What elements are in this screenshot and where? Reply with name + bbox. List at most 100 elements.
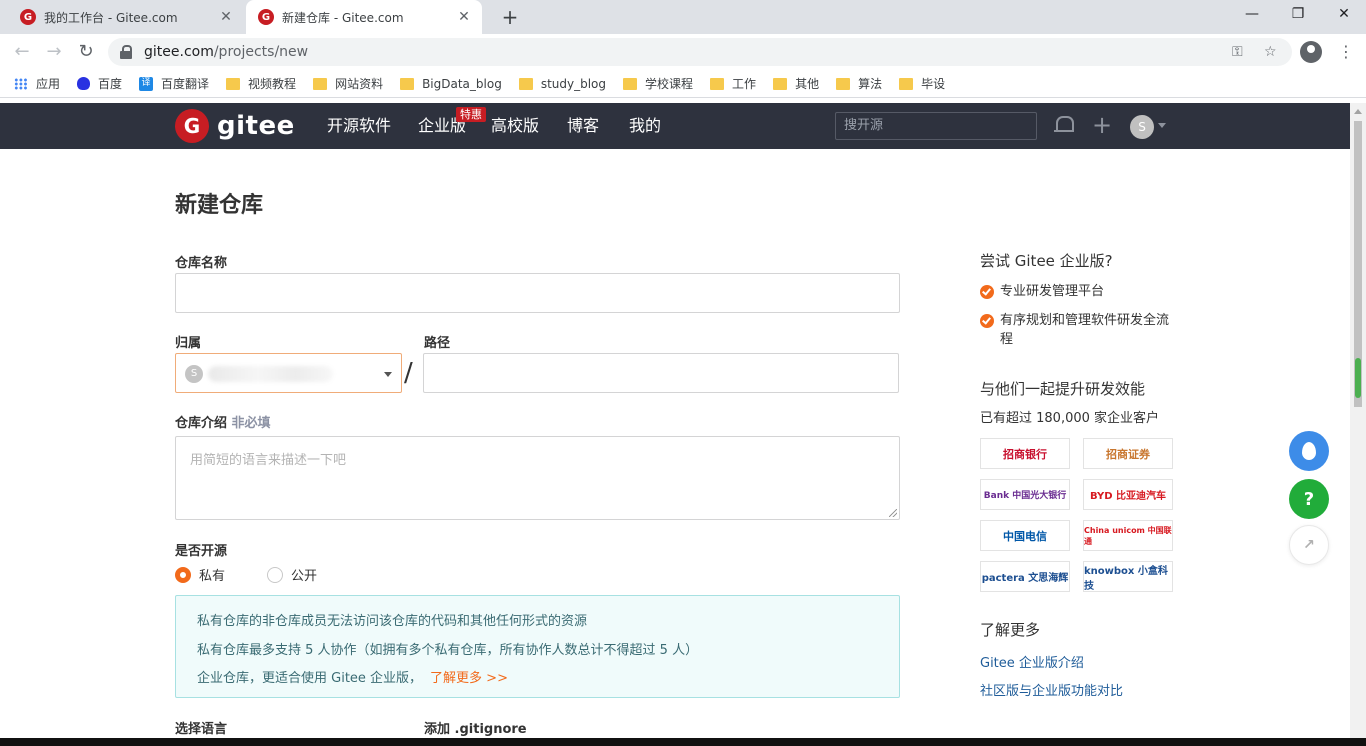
folder-icon: [518, 77, 533, 90]
owner-select[interactable]: S: [175, 353, 402, 393]
star-icon[interactable]: ☆: [1264, 38, 1277, 66]
bookmark-item[interactable]: 视频教程: [226, 75, 296, 92]
nav-mine[interactable]: 我的: [629, 103, 661, 149]
close-icon[interactable]: ✕: [456, 9, 472, 25]
key-icon[interactable]: ⚿: [1232, 38, 1243, 66]
feedback-button[interactable]: [1289, 431, 1329, 471]
lock-icon: [120, 45, 134, 59]
try-enterprise-title: 尝试 Gitee 企业版?: [980, 252, 1113, 270]
bell-icon[interactable]: [1054, 116, 1074, 136]
bookmark-label: 算法: [858, 77, 883, 91]
question-icon: ?: [1303, 488, 1315, 510]
folder-icon: [836, 77, 851, 90]
ceb-logo: Bank 中国光大银行: [980, 479, 1070, 510]
close-icon[interactable]: ✕: [218, 9, 234, 25]
plus-icon[interactable]: +: [1092, 113, 1112, 137]
compare-link[interactable]: 社区版与企业版功能对比: [980, 680, 1123, 699]
path-label: 路径: [424, 336, 451, 351]
enterprise-intro-link[interactable]: Gitee 企业版介绍: [980, 652, 1084, 671]
promo-badge: 特惠: [456, 107, 486, 122]
drop-icon: [1302, 442, 1316, 460]
bookmark-item[interactable]: 学校课程: [623, 75, 693, 92]
header-search-input[interactable]: 搜开源: [835, 112, 1037, 140]
bookmark-item[interactable]: 算法: [836, 75, 882, 92]
new-tab-icon[interactable]: +: [498, 5, 522, 29]
bookmark-label: 网站资料: [335, 77, 384, 91]
cms-logo: 招商证券: [1083, 438, 1173, 469]
gitee-favicon-icon: G: [20, 9, 36, 25]
folder-icon: [400, 77, 415, 90]
open-source-label: 是否开源: [175, 544, 228, 559]
bookmark-item[interactable]: 百度: [77, 75, 122, 92]
minimize-icon[interactable]: —: [1229, 0, 1275, 30]
radio-public[interactable]: 公开: [267, 565, 317, 584]
tab-new-repo[interactable]: G 新建仓库 - Gitee.com ✕: [246, 0, 482, 34]
forward-arrow-icon[interactable]: →: [42, 40, 66, 64]
optional-hint: 非必填: [231, 416, 271, 431]
notice-line: 私有仓库的非仓库成员无法访问该仓库的代码和其他任何形式的资源: [197, 614, 588, 629]
desc-textarea[interactable]: 用简短的语言来描述一下吧: [175, 436, 900, 520]
folder-icon: [226, 77, 241, 90]
maximize-icon[interactable]: ❐: [1275, 0, 1321, 30]
repo-name-input[interactable]: [175, 273, 900, 313]
desc-placeholder: 用简短的语言来描述一下吧: [190, 453, 347, 468]
bookmark-label: 应用: [36, 77, 61, 91]
scroll-marker: [1355, 358, 1361, 398]
user-avatar[interactable]: S: [1130, 115, 1154, 139]
path-input[interactable]: [423, 353, 899, 393]
address-bar[interactable]: gitee.com/projects/new ⚿ ☆: [108, 38, 1292, 66]
share-button[interactable]: ↗: [1289, 525, 1329, 565]
private-notice: 私有仓库的非仓库成员无法访问该仓库的代码和其他任何形式的资源 私有仓库最多支持 …: [175, 595, 900, 698]
radio-checked-icon: [175, 566, 191, 583]
knowbox-logo: knowbox 小盒科技: [1083, 561, 1173, 592]
menu-dots-icon[interactable]: ⋮: [1334, 40, 1358, 64]
bookmark-item[interactable]: BigData_blog: [400, 77, 502, 91]
bookmark-label: 学校课程: [645, 77, 694, 91]
bookmark-label: 百度: [98, 77, 123, 91]
window-close-icon[interactable]: ✕: [1321, 0, 1366, 30]
folder-icon: [623, 77, 638, 90]
nav-education[interactable]: 高校版: [491, 103, 539, 149]
cmb-logo: 招商银行: [980, 438, 1070, 469]
unicom-logo: China unicom 中国联通: [1083, 520, 1173, 551]
nav-blog[interactable]: 博客: [567, 103, 599, 149]
owner-avatar: S: [185, 365, 203, 383]
bookmark-item[interactable]: 网站资料: [313, 75, 383, 92]
browser-tabstrip: G 我的工作台 - Gitee.com ✕ G 新建仓库 - Gitee.com…: [0, 0, 1366, 34]
bookmark-item[interactable]: 其他: [773, 75, 819, 92]
gitignore-label: 添加 .gitignore: [424, 722, 527, 737]
bookmark-item[interactable]: 译百度翻译: [139, 75, 209, 92]
bookmark-item[interactable]: study_blog: [518, 77, 606, 91]
repo-name-label: 仓库名称: [175, 256, 228, 271]
bookmark-item[interactable]: 工作: [710, 75, 756, 92]
notice-line: 私有仓库最多支持 5 人协作（如拥有多个私有仓库，所有协作人数总计不得超过 5 …: [197, 643, 699, 658]
url-text: gitee.com/projects/new: [144, 44, 309, 60]
page-scrollbar[interactable]: [1350, 103, 1366, 738]
nav-open-source[interactable]: 开源软件: [327, 103, 391, 149]
profile-avatar-icon[interactable]: [1300, 41, 1322, 63]
bookmark-label: 毕设: [921, 77, 946, 91]
scroll-up-icon[interactable]: [1354, 109, 1362, 114]
learn-more-title: 了解更多: [980, 621, 1041, 639]
gitee-logo-text: gitee: [217, 111, 295, 141]
tab-workbench[interactable]: G 我的工作台 - Gitee.com ✕: [8, 0, 244, 34]
check-icon: [980, 285, 994, 299]
resize-handle-icon[interactable]: [889, 509, 897, 517]
telecom-logo: 中国电信: [980, 520, 1070, 551]
bookmark-item[interactable]: 毕设: [899, 75, 945, 92]
bookmark-label: 工作: [732, 77, 757, 91]
bookmark-label: BigData_blog: [422, 76, 502, 91]
gitee-logo[interactable]: G gitee: [175, 109, 295, 143]
bookmark-label: 视频教程: [248, 77, 297, 91]
chevron-down-icon[interactable]: [1158, 123, 1166, 128]
bookmark-item[interactable]: 应用: [14, 75, 60, 92]
folder-icon: [773, 77, 788, 90]
baidu-icon: [77, 77, 91, 90]
back-arrow-icon[interactable]: ←: [10, 40, 34, 64]
folder-icon: [313, 77, 328, 90]
reload-icon[interactable]: ↻: [74, 40, 98, 64]
learn-more-link[interactable]: 了解更多 >>: [430, 671, 508, 686]
folder-icon: [899, 77, 914, 90]
radio-private[interactable]: 私有: [175, 565, 225, 584]
help-button[interactable]: ?: [1289, 479, 1329, 519]
